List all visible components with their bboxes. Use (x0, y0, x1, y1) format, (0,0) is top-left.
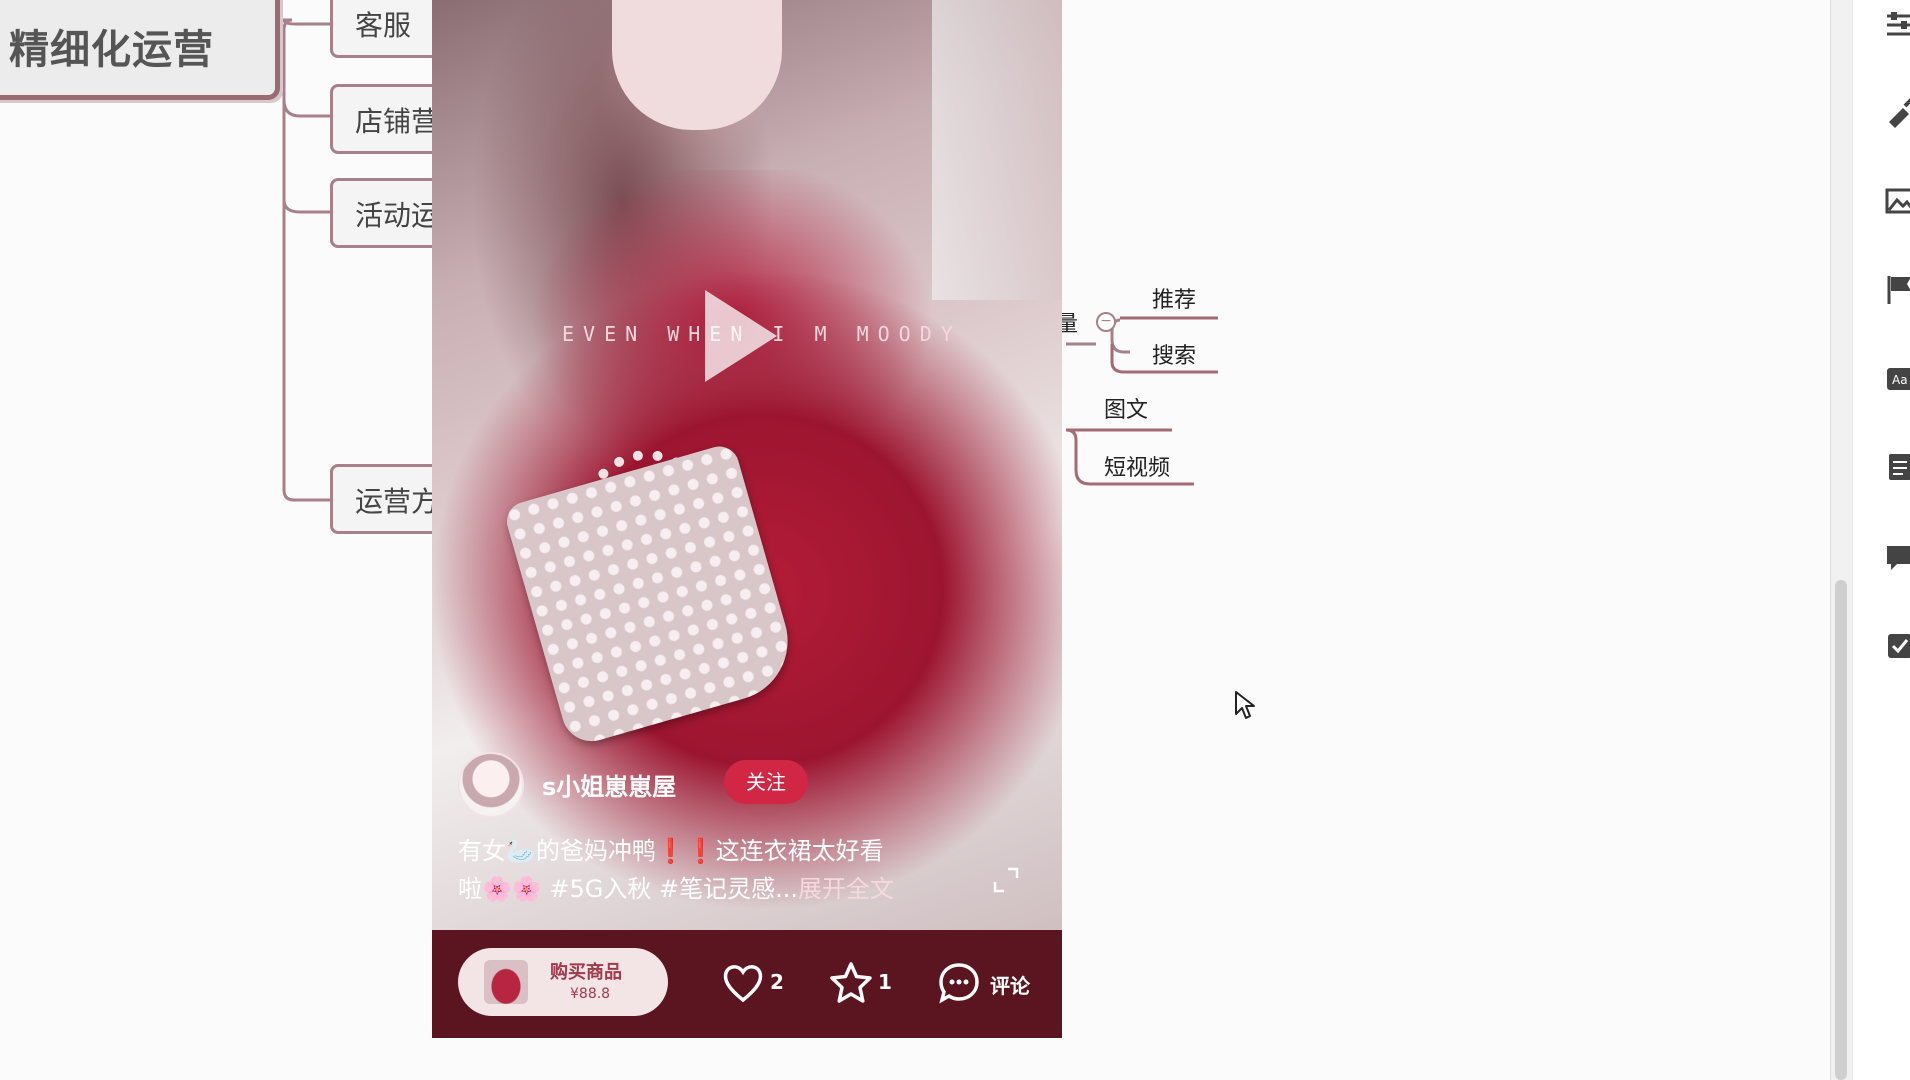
video-frame[interactable]: EVEN WHEN I M MOODY s小姐崽崽屋 关注 有女🦢的爸妈冲鸭❗❗… (432, 0, 1062, 930)
avatar[interactable] (458, 752, 524, 818)
comment-bubble-icon[interactable] (1883, 540, 1910, 574)
heart-icon (723, 965, 763, 1003)
branch-label: 运营方 (355, 485, 440, 518)
sub-node-search[interactable]: 搜索 (1152, 338, 1196, 370)
sub-node-image-text[interactable]: 图文 (1104, 392, 1148, 424)
sliders-icon[interactable] (1883, 8, 1910, 42)
star-icon (830, 962, 872, 1003)
format-sidebar: Aa (1852, 0, 1910, 1080)
expand-caption-link[interactable]: 展开全文 (798, 875, 894, 903)
svg-text:Aa: Aa (1892, 373, 1908, 387)
fullscreen-icon[interactable] (992, 866, 1020, 894)
root-topic-label: 精细化运营 (9, 27, 214, 73)
author-row: s小姐崽崽屋 关注 (458, 750, 1048, 820)
branch-label: 店铺营 (355, 105, 440, 138)
buy-product-button[interactable]: 购买商品 ¥88.8 (458, 948, 668, 1016)
favorite-count: 1 (878, 970, 892, 994)
play-icon[interactable] (705, 290, 777, 382)
caption-line-1: 有女🦢的爸妈冲鸭❗❗这连衣裙太好看 (458, 837, 884, 865)
sub-node-label: 图文 (1104, 398, 1149, 423)
comment-label: 评论 (990, 974, 1030, 998)
video-caption: 有女🦢的爸妈冲鸭❗❗这连衣裙太好看 啦🌸🌸 #5G入秋 #笔记灵感...展开全文 (458, 832, 1018, 908)
buy-product-label: 购买商品 (550, 962, 622, 983)
sub-node-short-video[interactable]: 短视频 (1104, 450, 1170, 482)
comment-icon (939, 963, 979, 1004)
video-action-bar: 购买商品 ¥88.8 2 1 评论 (432, 930, 1062, 1038)
task-icon[interactable] (1883, 628, 1910, 662)
product-thumbnail (484, 960, 528, 1004)
brush-icon[interactable] (1883, 94, 1910, 128)
vertical-scrollbar[interactable] (1830, 0, 1853, 1080)
comment-button[interactable]: 评论 (936, 960, 1046, 1006)
sub-node-label: 短视频 (1104, 456, 1171, 481)
product-price: ¥88.8 (570, 986, 611, 1002)
text-style-icon[interactable]: Aa (1883, 362, 1910, 396)
sub-node-label: 搜索 (1152, 344, 1197, 369)
note-icon[interactable] (1883, 450, 1910, 484)
branch-label: 客服 (355, 9, 412, 42)
mouse-cursor-icon (1235, 691, 1255, 719)
scrollbar-thumb[interactable] (1835, 580, 1847, 1080)
caption-line-2: 啦🌸🌸 #5G入秋 #笔记灵感... (458, 875, 798, 903)
like-count: 2 (770, 970, 784, 994)
favorite-button[interactable]: 1 (828, 960, 908, 1006)
flag-icon[interactable] (1883, 272, 1910, 306)
follow-button[interactable]: 关注 (724, 760, 808, 804)
sub-node-label: 推荐 (1152, 288, 1197, 313)
sub-node-recommend[interactable]: 推荐 (1152, 282, 1196, 314)
video-preview-popup[interactable]: EVEN WHEN I M MOODY s小姐崽崽屋 关注 有女🦢的爸妈冲鸭❗❗… (432, 0, 1062, 1038)
image-icon[interactable] (1883, 184, 1910, 218)
branch-label: 活动运 (355, 199, 440, 232)
root-topic-node[interactable]: 精细化运营 (0, 0, 280, 100)
like-button[interactable]: 2 (720, 960, 800, 1006)
author-name[interactable]: s小姐崽崽屋 (542, 767, 676, 802)
collapse-toggle[interactable]: − (1096, 312, 1116, 332)
